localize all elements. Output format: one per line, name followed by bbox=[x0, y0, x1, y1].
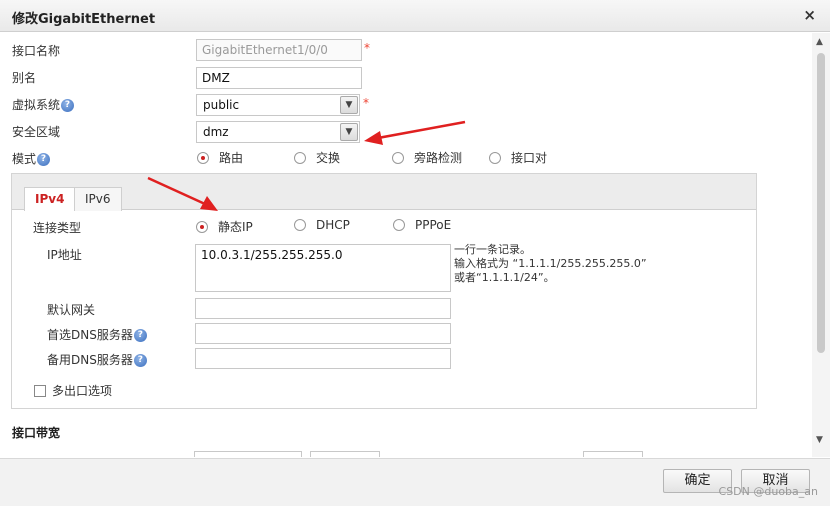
vertical-scrollbar[interactable]: ▲ ▼ bbox=[812, 33, 830, 457]
secondary-dns-label: 备用DNS服务器? bbox=[47, 351, 147, 368]
hint-line: 或者“1.1.1.1/24”。 bbox=[454, 271, 555, 284]
alias-label: 别名 bbox=[12, 71, 37, 85]
chevron-down-icon[interactable]: ▼ bbox=[340, 96, 358, 114]
mode-option-bypass[interactable]: 旁路检测 bbox=[392, 149, 462, 166]
bandwidth-unit-partial[interactable] bbox=[310, 451, 380, 457]
ip-address-label: IP地址 bbox=[47, 248, 82, 262]
multi-exit-label: 多出口选项 bbox=[52, 384, 113, 398]
close-icon[interactable]: × bbox=[803, 6, 816, 24]
connection-option-label: 静态IP bbox=[218, 220, 253, 234]
multi-exit-checkbox[interactable]: 多出口选项 bbox=[34, 382, 112, 399]
virtual-system-label: 虚拟系统? bbox=[12, 96, 75, 113]
connection-type-label: 连接类型 bbox=[33, 221, 82, 235]
security-zone-value: dmz bbox=[203, 125, 229, 139]
primary-dns-input[interactable] bbox=[195, 323, 451, 344]
default-gateway-label: 默认网关 bbox=[47, 303, 96, 317]
ip-config-panel: IPv4 IPv6 连接类型 静态IP DHCP PPPoE IP地址 10.0… bbox=[11, 173, 757, 409]
interface-name-label: 接口名称 bbox=[12, 44, 61, 58]
connection-pppoe[interactable]: PPPoE bbox=[393, 218, 451, 232]
dialog-footer: 确定 取消 CSDN @duoba_an bbox=[0, 458, 830, 506]
connection-dhcp[interactable]: DHCP bbox=[294, 218, 350, 232]
radio-unselected-icon bbox=[393, 219, 405, 231]
secondary-dns-input[interactable] bbox=[195, 348, 451, 369]
interface-name-field: GigabitEthernet1/0/0 bbox=[196, 39, 362, 61]
mode-label: 模式? bbox=[12, 150, 51, 167]
question-mark-icon[interactable]: ? bbox=[133, 354, 147, 367]
connection-static-ip[interactable]: 静态IP bbox=[196, 218, 253, 235]
checkbox-icon bbox=[34, 384, 46, 397]
edit-interface-dialog: 修改GigabitEthernet × 接口名称 GigabitEthernet… bbox=[0, 0, 830, 506]
scrollbar-thumb[interactable] bbox=[817, 53, 825, 353]
mode-option-interface-pair[interactable]: 接口对 bbox=[489, 149, 547, 166]
mode-option-label: 旁路检测 bbox=[414, 151, 463, 165]
radio-selected-icon bbox=[196, 220, 208, 233]
dialog-titlebar: 修改GigabitEthernet × bbox=[0, 0, 830, 32]
primary-dns-label-text: 首选DNS服务器 bbox=[47, 328, 133, 342]
tab-ipv4[interactable]: IPv4 bbox=[24, 187, 76, 211]
bandwidth-input-partial[interactable] bbox=[194, 451, 302, 457]
default-gateway-input[interactable] bbox=[195, 298, 451, 319]
required-marker: * bbox=[363, 96, 369, 110]
ip-tab-bar: IPv4 IPv6 bbox=[12, 174, 756, 211]
chevron-down-icon[interactable]: ▼ bbox=[340, 123, 358, 141]
mode-option-switch[interactable]: 交换 bbox=[294, 149, 340, 166]
hint-line: 输入格式为 “1.1.1.1/255.255.255.0” bbox=[454, 257, 647, 270]
radio-selected-icon bbox=[197, 151, 209, 164]
mode-option-label: 交换 bbox=[316, 151, 341, 165]
alias-input[interactable]: DMZ bbox=[196, 67, 362, 89]
security-zone-select[interactable]: dmz ▼ bbox=[196, 121, 360, 143]
secondary-dns-label-text: 备用DNS服务器 bbox=[47, 353, 133, 367]
required-marker: * bbox=[364, 41, 370, 55]
virtual-system-select[interactable]: public ▼ bbox=[196, 94, 360, 116]
radio-unselected-icon bbox=[294, 151, 306, 164]
primary-dns-label: 首选DNS服务器? bbox=[47, 326, 147, 343]
ip-address-textarea[interactable]: 10.0.3.1/255.255.255.0 bbox=[195, 244, 451, 292]
mode-option-label: 路由 bbox=[219, 151, 244, 165]
question-mark-icon[interactable]: ? bbox=[133, 329, 147, 342]
radio-unselected-icon bbox=[392, 151, 404, 164]
arrow-down-icon[interactable]: ▼ bbox=[816, 435, 823, 445]
mode-option-route[interactable]: 路由 bbox=[197, 149, 243, 166]
question-mark-icon[interactable]: ? bbox=[61, 99, 75, 112]
security-zone-label: 安全区域 bbox=[12, 125, 61, 139]
question-mark-icon[interactable]: ? bbox=[37, 153, 51, 166]
radio-unselected-icon bbox=[489, 151, 501, 164]
ip-address-hint: 一行一条记录。 输入格式为 “1.1.1.1/255.255.255.0” 或者… bbox=[454, 243, 647, 285]
connection-option-label: DHCP bbox=[316, 218, 350, 232]
radio-unselected-icon bbox=[294, 219, 306, 231]
mode-label-text: 模式 bbox=[12, 152, 37, 166]
interface-bandwidth-heading: 接口带宽 bbox=[12, 426, 61, 440]
bandwidth-field-partial[interactable] bbox=[583, 451, 643, 457]
watermark: CSDN @duoba_an bbox=[718, 485, 818, 498]
dialog-title: 修改GigabitEthernet bbox=[12, 12, 156, 27]
hint-line: 一行一条记录。 bbox=[454, 243, 531, 256]
dialog-content: 接口名称 GigabitEthernet1/0/0 * 别名 DMZ 虚拟系统?… bbox=[0, 33, 812, 457]
virtual-system-value: public bbox=[203, 98, 240, 112]
arrow-up-icon[interactable]: ▲ bbox=[816, 37, 823, 47]
mode-option-label: 接口对 bbox=[511, 151, 548, 165]
virtual-system-label-text: 虚拟系统 bbox=[12, 98, 61, 112]
tab-ipv6[interactable]: IPv6 bbox=[74, 187, 122, 211]
connection-option-label: PPPoE bbox=[415, 218, 452, 232]
